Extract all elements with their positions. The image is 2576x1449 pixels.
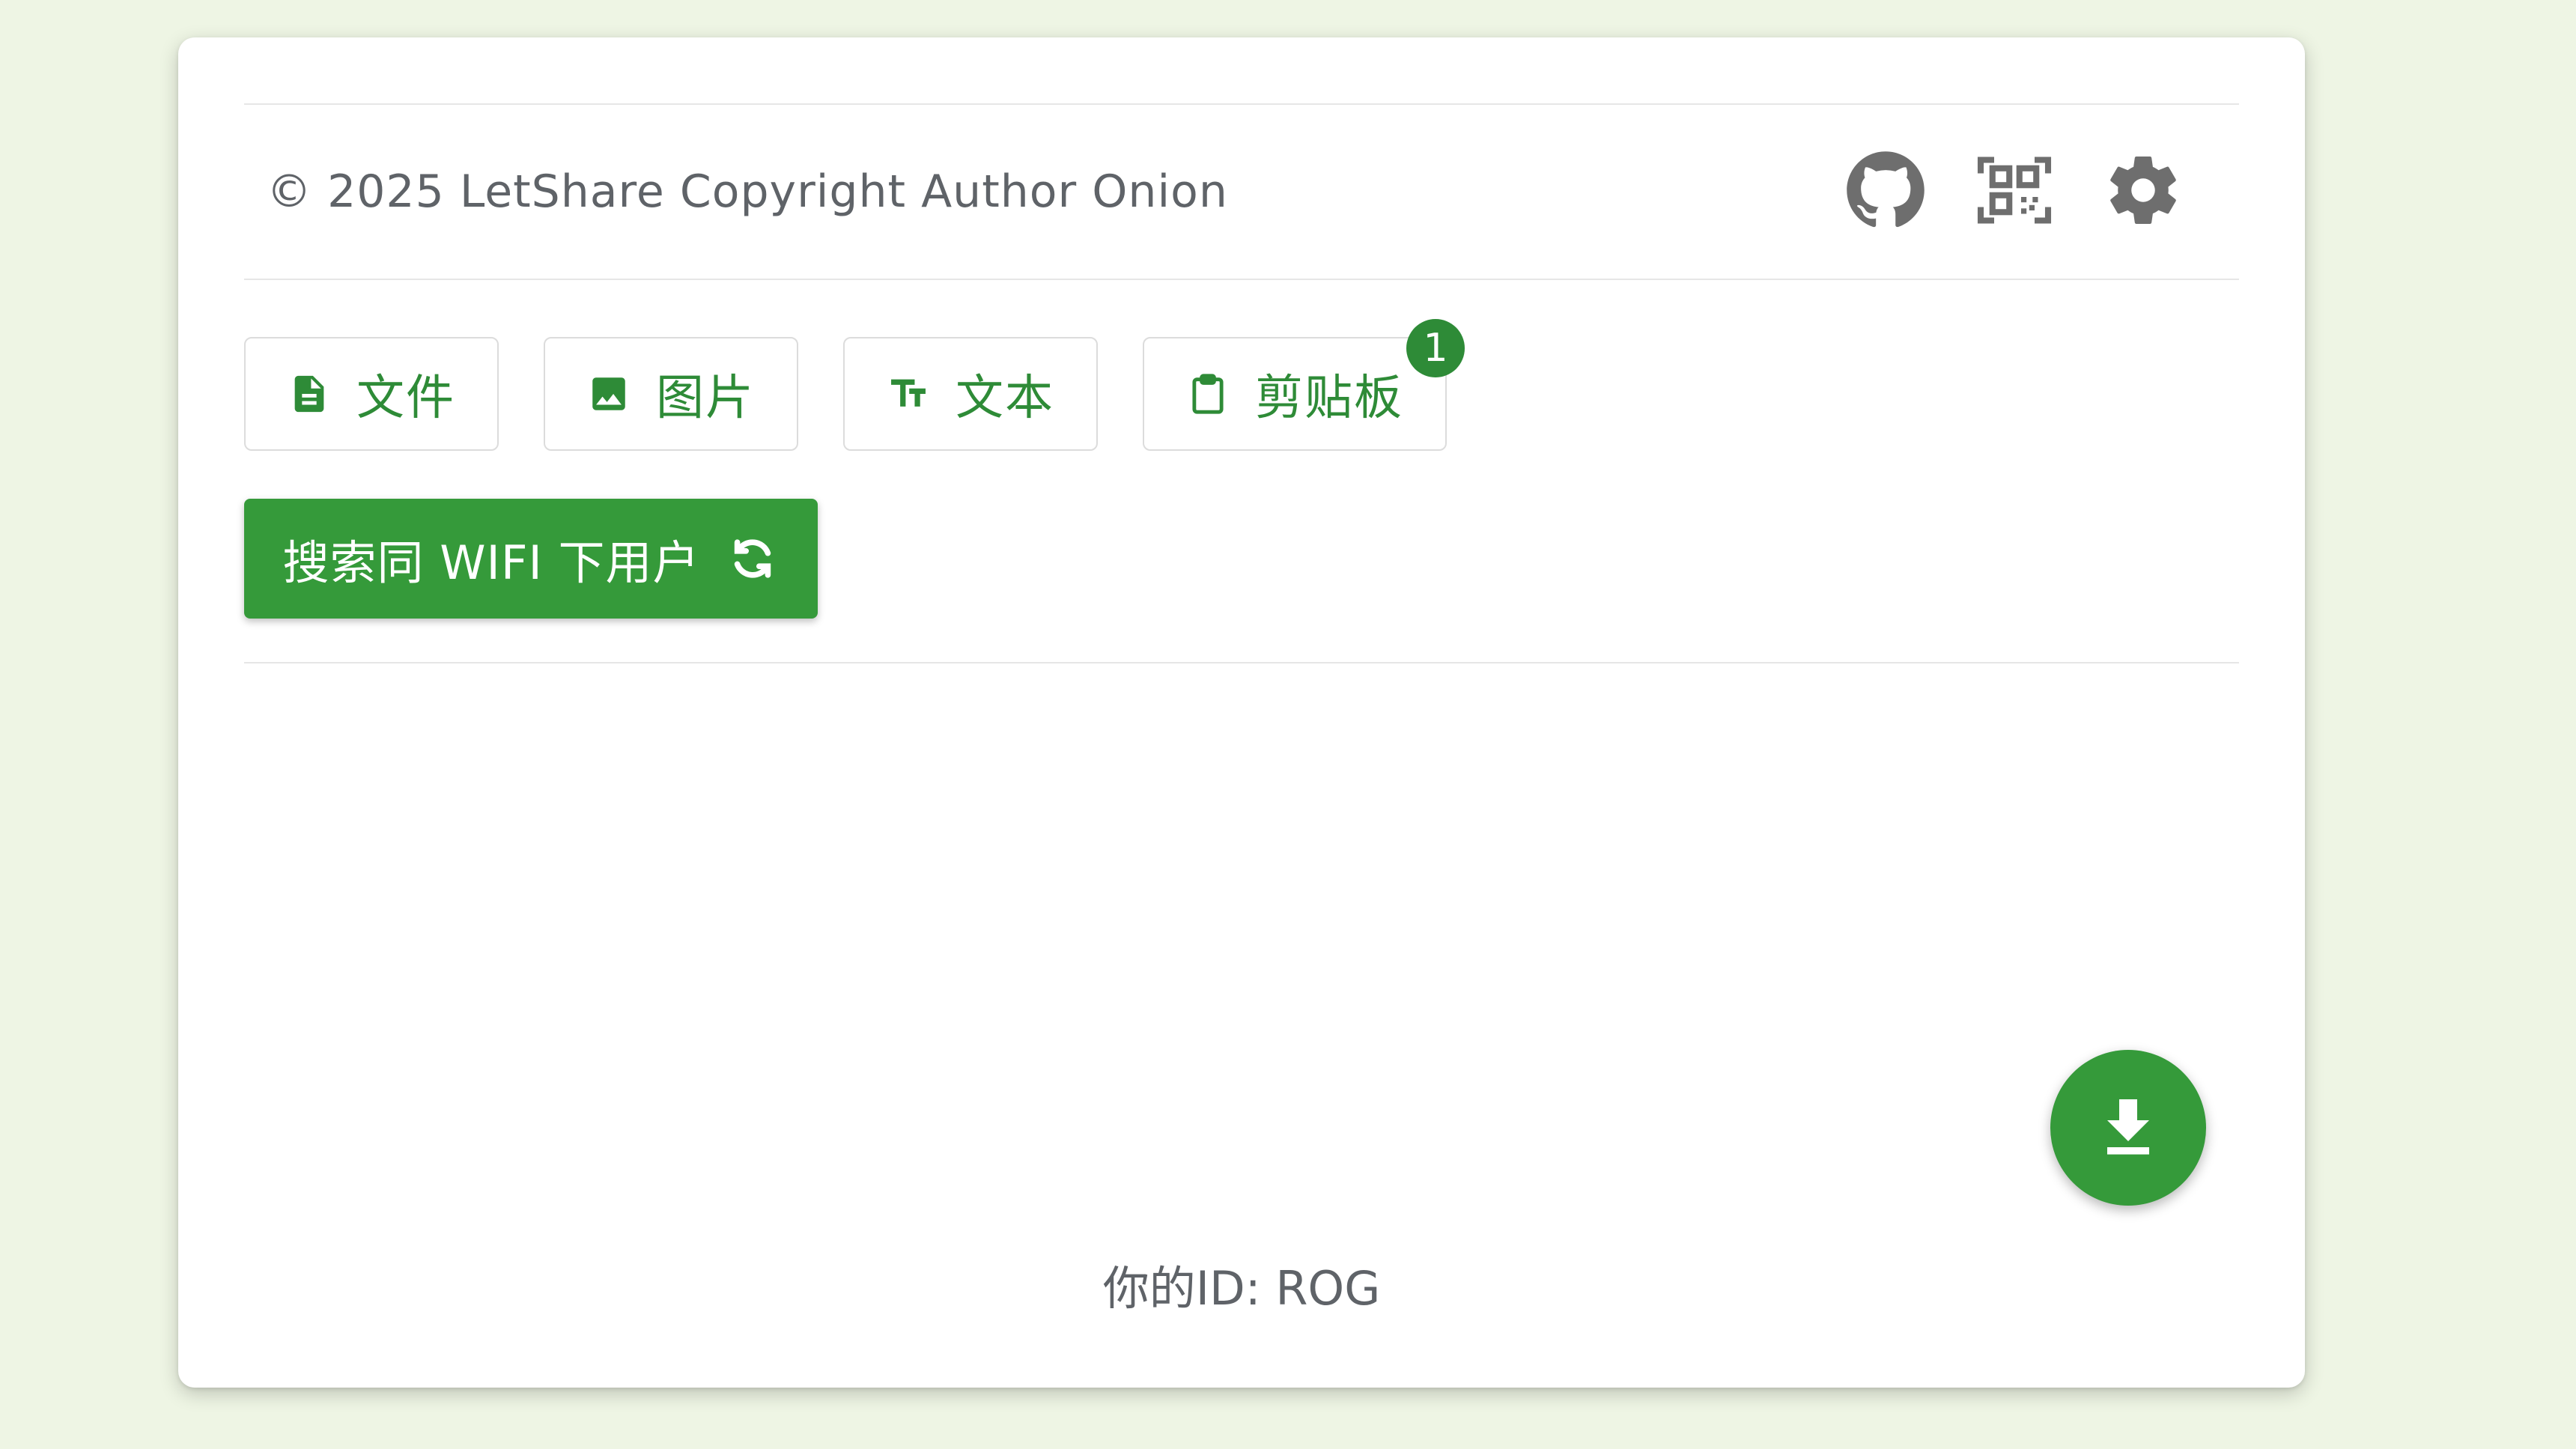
- copyright-text: © 2025 LetShare Copyright Author Onion: [267, 165, 1228, 218]
- download-fab[interactable]: [2050, 1050, 2206, 1206]
- text-format-icon: [887, 372, 930, 416]
- github-icon: [1845, 150, 1926, 234]
- divider-content: [244, 662, 2239, 663]
- tab-file[interactable]: 文件: [244, 337, 499, 451]
- main-card: © 2025 LetShare Copyright Author Onion 文…: [178, 37, 2305, 1388]
- file-icon: [288, 372, 331, 416]
- tab-text-label: 文本: [956, 371, 1054, 426]
- tab-file-label: 文件: [356, 371, 455, 426]
- qr-code-icon: [1974, 150, 2055, 234]
- settings-button[interactable]: [2097, 145, 2190, 238]
- clipboard-icon: [1186, 372, 1230, 416]
- image-icon: [587, 372, 631, 416]
- user-id-label: 你的ID: ROG: [1102, 1261, 1381, 1316]
- refresh-icon: [726, 532, 779, 585]
- tab-text[interactable]: 文本: [843, 337, 1098, 451]
- gear-icon: [2103, 150, 2184, 234]
- search-wifi-users-button[interactable]: 搜索同 WIFI 下用户: [244, 499, 818, 619]
- tab-clipboard-label: 剪贴板: [1255, 371, 1403, 426]
- github-link[interactable]: [1839, 145, 1932, 238]
- tab-image[interactable]: 图片: [544, 337, 798, 451]
- clipboard-count-badge: 1: [1406, 319, 1465, 377]
- download-icon: [2092, 1090, 2164, 1165]
- search-button-label: 搜索同 WIFI 下用户: [282, 535, 700, 590]
- divider-footer: [244, 279, 2239, 280]
- qr-code-button[interactable]: [1968, 145, 2061, 238]
- tab-image-label: 图片: [656, 371, 755, 426]
- footer-bar: © 2025 LetShare Copyright Author Onion: [244, 105, 2239, 279]
- tab-clipboard[interactable]: 剪贴板 1: [1143, 319, 1465, 451]
